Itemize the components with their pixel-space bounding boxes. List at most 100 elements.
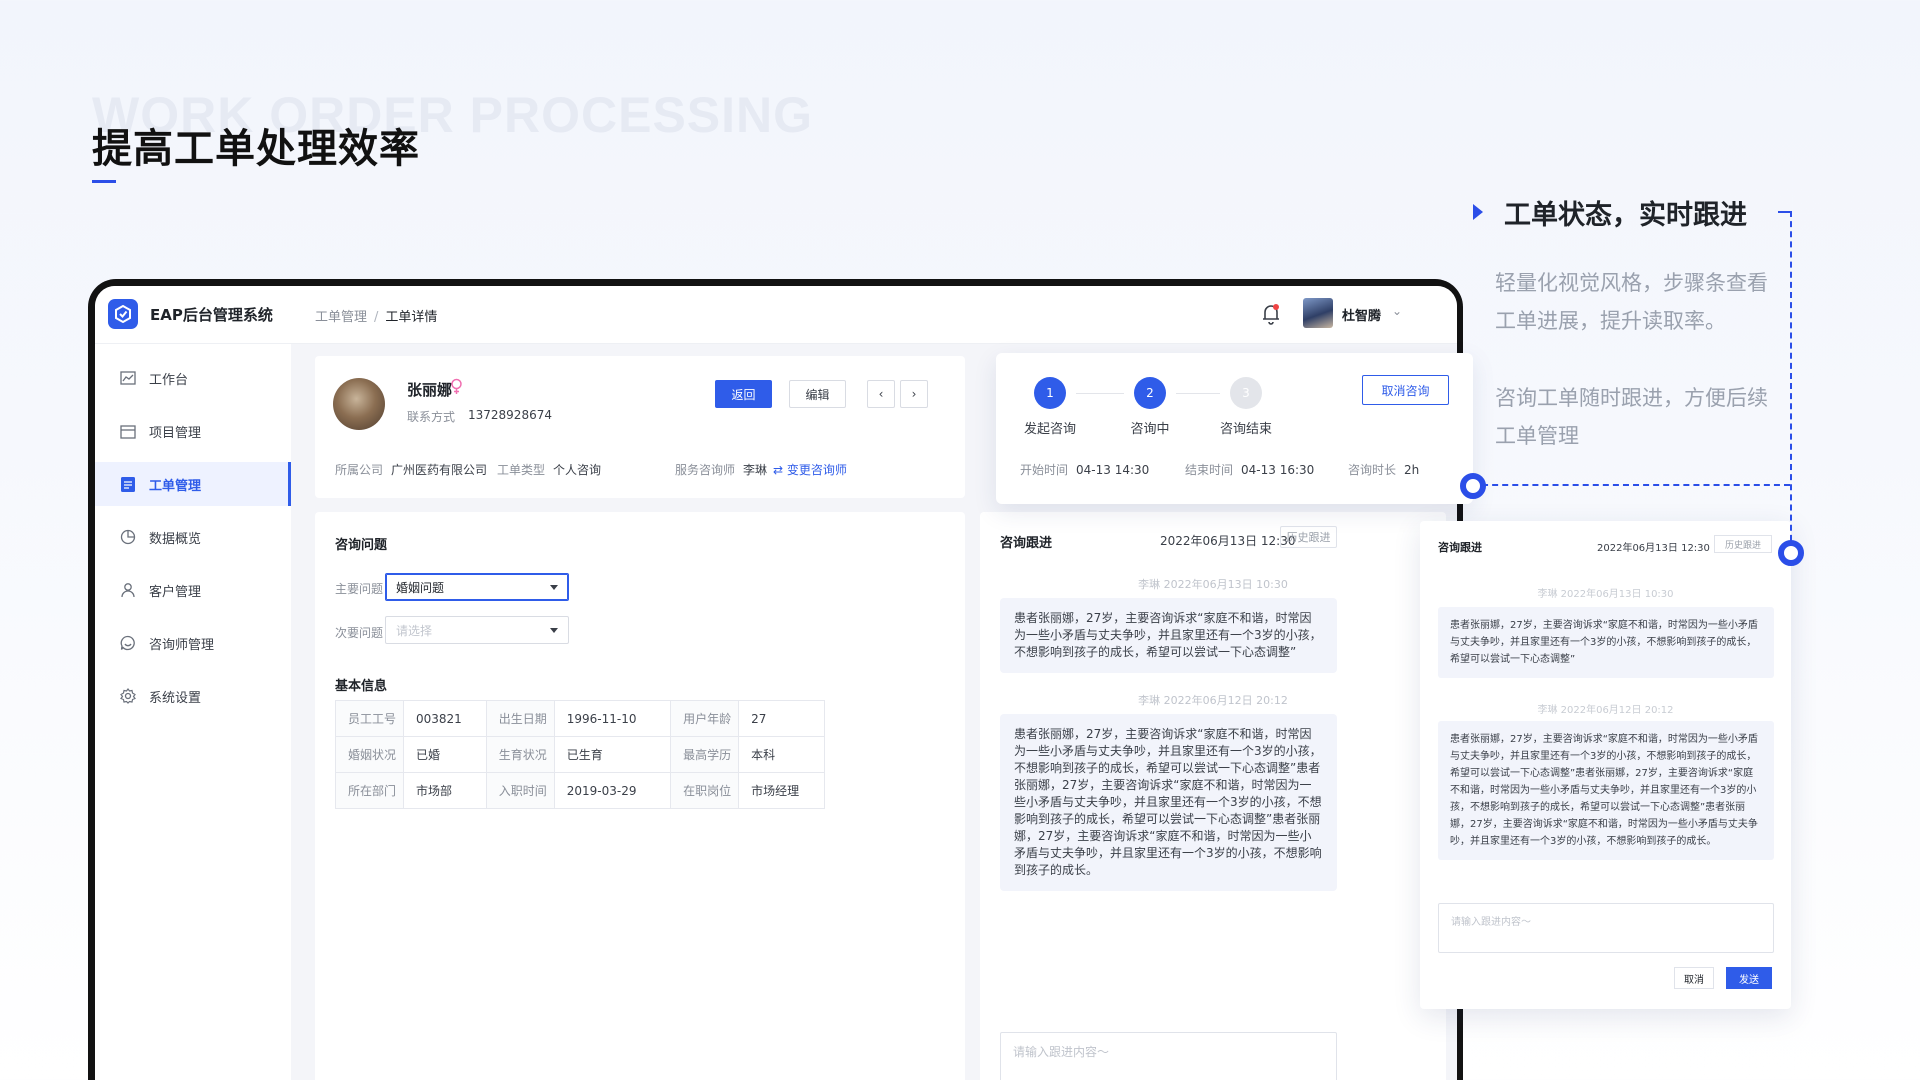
order-type-label: 工单类型 (497, 463, 546, 477)
customer-profile-card: 张丽娜 联系方式 13728928674 返回 编辑 ‹ › 所属公司 广州医药有… (315, 356, 965, 498)
caret-down-icon (550, 628, 558, 633)
follow-up-date: 2022年06月13日 12:30 (1597, 543, 1710, 554)
progress-card: 1 发起咨询 2 咨询中 3 咨询结束 取消咨询 开始时间 04-13 14:30… (996, 353, 1473, 504)
message-bubble: 患者张丽娜，27岁，主要咨询诉求“家庭不和谐，时常因为一些小矛盾与丈夫争吵，并且… (1438, 721, 1774, 860)
chevron-left-icon: ‹ (878, 387, 884, 401)
company-label: 所属公司 (335, 463, 384, 477)
sidebar-item-settings[interactable]: 系统设置 (95, 674, 291, 718)
gear-icon (119, 687, 137, 705)
contact-label: 联系方式 (407, 410, 456, 424)
send-button[interactable]: 发送 (1726, 967, 1772, 989)
history-button[interactable]: 历史跟进 (1280, 526, 1337, 548)
table-value: 003821 (403, 700, 487, 737)
back-button[interactable]: 返回 (715, 380, 772, 408)
start-time-label: 开始时间 (1020, 463, 1069, 477)
sidebar-item-label: 咨询师管理 (149, 637, 215, 653)
order-type-value: 个人咨询 (553, 463, 602, 477)
table-row: 员工工号 003821 出生日期 1996-11-10 用户年龄 27 (335, 700, 825, 737)
step-label: 咨询结束 (1219, 422, 1272, 437)
cancel-consultation-button[interactable]: 取消咨询 (1362, 375, 1449, 405)
secondary-issue-label: 次要问题 (335, 626, 384, 640)
breadcrumb-parent[interactable]: 工单管理 (315, 310, 367, 325)
step-number: 2 (1134, 377, 1166, 409)
follow-up-input[interactable]: 请输入跟进内容～ (1000, 1032, 1337, 1080)
table-value: 2019-03-29 (553, 772, 672, 809)
secondary-issue-select[interactable]: 请选择 (385, 616, 569, 644)
notification-bell-icon[interactable] (1257, 300, 1285, 328)
secondary-issue-placeholder: 请选择 (396, 623, 433, 638)
sidebar-item-workbench[interactable]: 工作台 (95, 356, 291, 400)
contact-value: 13728928674 (468, 408, 552, 422)
message-header: 李琳 2022年06月13日 10:30 (1537, 589, 1674, 600)
table-key: 婚姻状况 (335, 736, 404, 773)
table-key: 生育状况 (485, 736, 555, 773)
customer-avatar (333, 378, 385, 430)
step-label: 咨询中 (1130, 422, 1170, 437)
table-key: 在职岗位 (670, 772, 740, 809)
main-issue-value: 婚姻问题 (396, 580, 445, 595)
basic-info-table: 员工工号 003821 出生日期 1996-11-10 用户年龄 27 婚姻状况 已婚 … (335, 700, 825, 809)
main-issue-select[interactable]: 婚姻问题 (385, 573, 569, 601)
step-number: 3 (1230, 377, 1262, 409)
breadcrumb-separator: / (374, 310, 379, 325)
message-header: 李琳 2022年06月12日 20:12 (1138, 694, 1288, 707)
breadcrumb-current: 工单详情 (385, 310, 438, 325)
table-value: 已婚 (403, 736, 487, 773)
end-time-label: 结束时间 (1185, 463, 1234, 477)
user-icon (119, 581, 137, 599)
sidebar-item-projects[interactable]: 项目管理 (95, 409, 291, 453)
step-2: 2 咨询中 (1110, 377, 1190, 437)
clipboard-list-icon (119, 475, 137, 493)
history-button[interactable]: 历史跟进 (1714, 535, 1772, 553)
table-key: 最高学历 (670, 736, 740, 773)
start-time-value: 04-13 14:30 (1076, 463, 1150, 477)
basic-info-section-title: 基本信息 (335, 679, 388, 694)
table-value: 本科 (738, 736, 825, 773)
main-issue-label: 主要问题 (335, 582, 384, 596)
duration-label: 咨询时长 (1348, 463, 1397, 477)
counselor-label: 服务咨询师 (675, 463, 736, 477)
table-row: 婚姻状况 已婚 生育状况 已生育 最高学历 本科 (335, 736, 825, 773)
sidebar-item-work-orders[interactable]: 工单管理 (95, 462, 291, 506)
change-counselor-link[interactable]: ⇄ 变更咨询师 (773, 463, 847, 477)
counselor-field: 服务咨询师 李琳 ⇄ 变更咨询师 (675, 461, 847, 478)
sidebar-item-customers[interactable]: 客户管理 (95, 568, 291, 612)
sidebar-item-label: 工单管理 (149, 478, 202, 494)
step-3: 3 咨询结束 (1206, 377, 1286, 437)
customer-name: 张丽娜 (407, 381, 453, 399)
table-value: 已生育 (553, 736, 672, 773)
user-avatar[interactable] (1303, 298, 1333, 328)
counselor-value: 李琳 (743, 463, 768, 477)
step-1: 1 发起咨询 (1010, 377, 1090, 437)
sidebar-item-data-overview[interactable]: 数据概览 (95, 515, 291, 559)
chevron-right-icon: › (911, 387, 917, 401)
chart-line-icon (119, 369, 137, 387)
feature-title: 工单状态，实时跟进 (1504, 200, 1747, 231)
table-value: 1996-11-10 (553, 700, 672, 737)
pie-chart-icon (119, 528, 137, 546)
follow-up-input[interactable]: 请输入跟进内容～ (1438, 903, 1774, 953)
connector-node (1460, 473, 1486, 499)
duration-value: 2h (1404, 463, 1420, 477)
cancel-button[interactable]: 取消 (1674, 967, 1714, 989)
next-button[interactable]: › (900, 380, 928, 408)
app-logo-icon (108, 299, 138, 329)
connector-node (1778, 540, 1804, 566)
sidebar-item-label: 客户管理 (149, 584, 202, 600)
table-key: 出生日期 (485, 700, 555, 737)
app-title: EAP后台管理系统 (150, 306, 273, 324)
sidebar: 工作台 项目管理 工单管理 数据概览 客户管理 咨询师管理 系统设置 (95, 344, 291, 1080)
end-time-field: 结束时间 04-13 16:30 (1185, 461, 1314, 478)
chevron-down-icon[interactable]: ⌄ (1392, 304, 1402, 318)
connector-line (1472, 484, 1790, 486)
follow-up-card: 咨询跟进 2022年06月13日 12:30 历史跟进 李琳 2022年06月1… (980, 512, 1446, 1080)
table-value: 27 (738, 700, 825, 737)
sidebar-item-counselors[interactable]: 咨询师管理 (95, 621, 291, 665)
edit-button[interactable]: 编辑 (789, 380, 846, 408)
calendar-icon (119, 422, 137, 440)
company-field: 所属公司 广州医药有限公司 (335, 461, 487, 478)
step-number: 1 (1034, 377, 1066, 409)
previous-button[interactable]: ‹ (867, 380, 895, 408)
user-name[interactable]: 杜智腾 (1342, 305, 1381, 324)
sidebar-item-label: 数据概览 (149, 531, 202, 547)
